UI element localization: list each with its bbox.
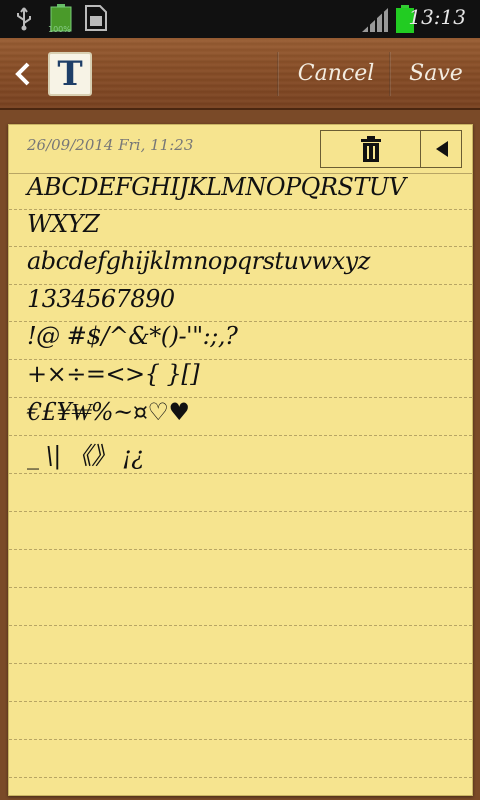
- note-line: €£¥₩%~¤♡♥: [27, 398, 190, 426]
- ruled-line: [9, 625, 472, 626]
- ruled-line: [9, 549, 472, 550]
- back-button[interactable]: [8, 56, 38, 92]
- note-line: 1334567890: [27, 285, 175, 313]
- note-line: ABCDEFGHIJKLMNOPQRSTUV: [27, 173, 406, 201]
- note-line: abcdefghijklmnopqrstuvwxyz: [27, 247, 370, 275]
- chevron-left-icon: [15, 62, 30, 86]
- divider: [277, 52, 279, 96]
- note-line: WXYZ: [27, 210, 100, 238]
- signal-strength-icon: [362, 8, 388, 32]
- note-toolbox: [320, 130, 462, 168]
- ruled-line: [9, 663, 472, 664]
- note-line: _ \| 《》 ¡¿: [27, 442, 144, 470]
- usb-icon: [17, 7, 31, 31]
- note-line: +×÷=<>{ }[]: [27, 360, 200, 388]
- text-mode-button[interactable]: T: [48, 52, 92, 96]
- battery-percent: 100%: [48, 25, 71, 34]
- undo-button[interactable]: [422, 131, 461, 167]
- note-pad[interactable]: 26/09/2014 Fri, 11:23 ABCDEFGHIJKLMNOPQR…: [8, 124, 473, 796]
- save-button[interactable]: Save: [394, 56, 478, 92]
- ruled-line: [9, 701, 472, 702]
- status-bar: 100% 13:13: [0, 0, 480, 38]
- note-line: !@ #$/^&*()-'":;,?: [27, 322, 238, 350]
- divider: [389, 52, 391, 96]
- ruled-line: [9, 739, 472, 740]
- ruled-line: [9, 473, 472, 474]
- title-bar: T Cancel Save: [0, 38, 480, 110]
- clock: 13:13: [408, 5, 466, 29]
- ruled-line: [9, 777, 472, 778]
- sim-card-icon: [85, 5, 107, 31]
- cancel-button[interactable]: Cancel: [284, 56, 388, 92]
- ruled-line: [9, 587, 472, 588]
- trash-icon: [360, 136, 381, 162]
- text-mode-icon: T: [57, 54, 83, 94]
- arrow-left-icon: [435, 141, 448, 157]
- note-date: 26/09/2014 Fri, 11:23: [27, 136, 194, 154]
- delete-button[interactable]: [321, 131, 421, 167]
- ruled-line: [9, 511, 472, 512]
